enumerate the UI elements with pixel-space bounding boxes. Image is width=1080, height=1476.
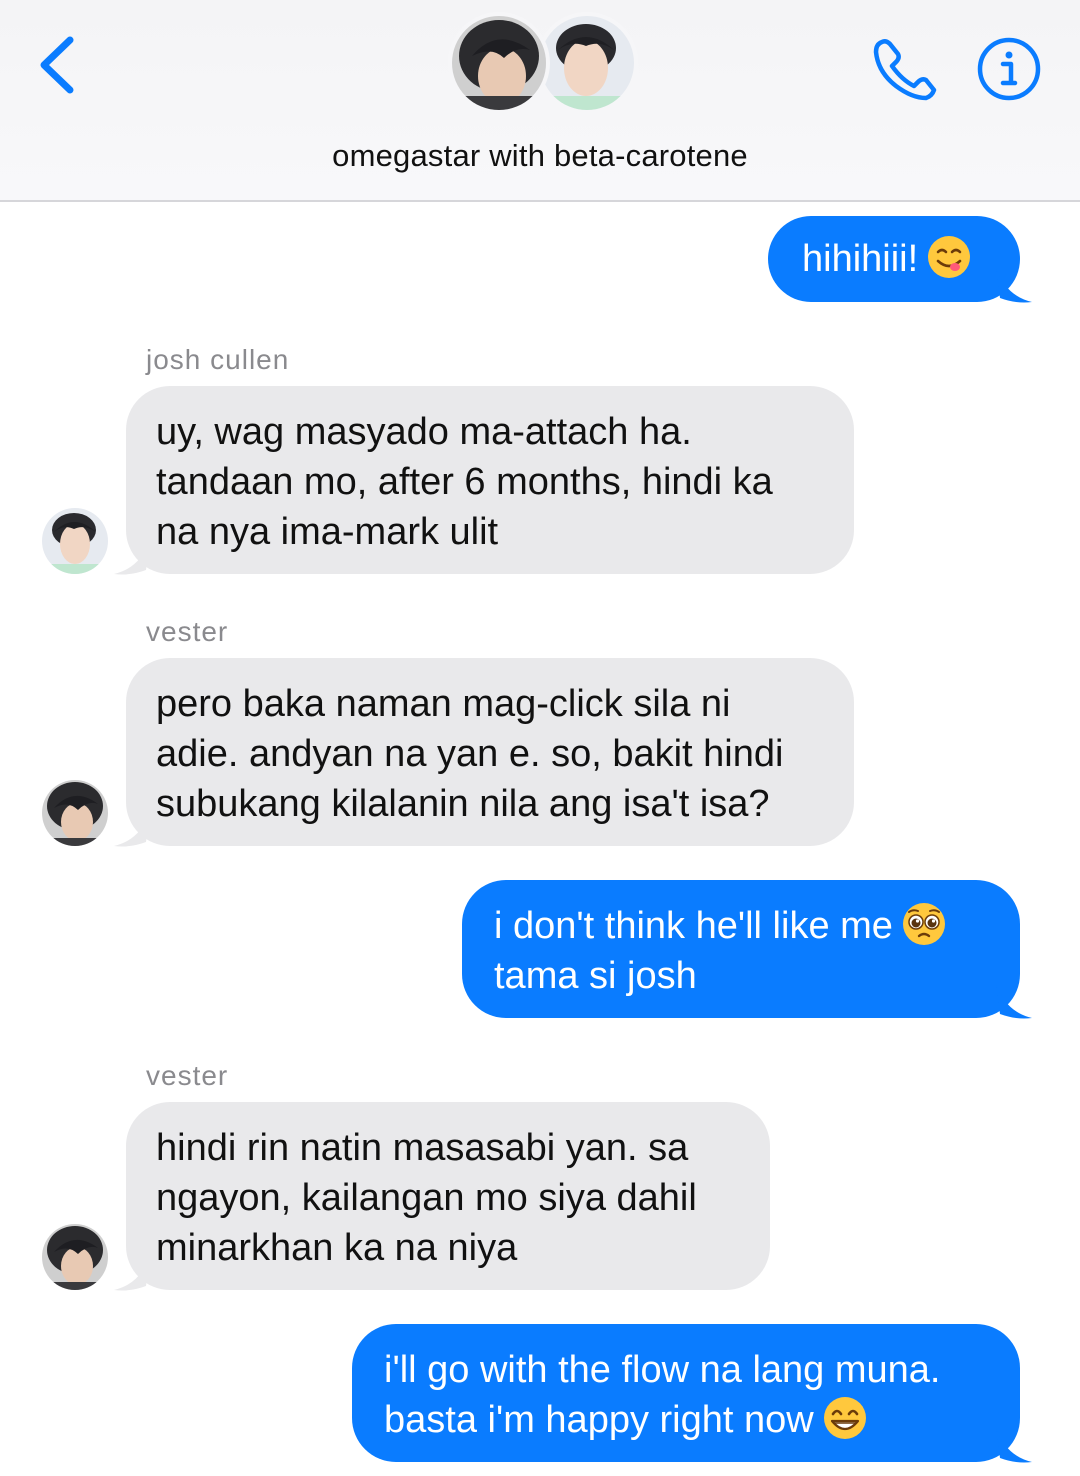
bubble-tail xyxy=(114,1256,150,1291)
message-line: na nya ima-mark ulit xyxy=(156,511,499,553)
message-line: hihihiii! xyxy=(802,234,1020,284)
bubble-tail xyxy=(996,1428,1032,1463)
message-line: uy, wag masyado ma-attach ha. xyxy=(156,411,692,453)
pleading-face-emoji-icon xyxy=(902,902,945,945)
message-line: adie. andyan na yan e. so, bakit hindi xyxy=(156,733,784,775)
face-savoring-food-emoji-icon xyxy=(928,235,971,278)
message-bubble-outgoing[interactable]: i don't think he'll like me tama si josh xyxy=(462,880,1020,1018)
message-bubble-incoming[interactable]: pero baka naman mag-click sila ni adie. … xyxy=(126,658,854,846)
sender-name: vester xyxy=(146,1060,229,1091)
conversation-title[interactable]: omegastar with beta-carotene xyxy=(0,138,1080,174)
message-line: ngayon, kailangan mo siya dahil xyxy=(156,1177,697,1219)
avatar[interactable] xyxy=(42,1224,108,1290)
bubble-tail xyxy=(996,268,1032,303)
group-avatars[interactable] xyxy=(444,6,638,116)
message-line: tandaan mo, after 6 months, hindi ka xyxy=(156,461,773,503)
avatar[interactable] xyxy=(42,508,108,574)
avatar xyxy=(448,12,550,114)
message-bubble-incoming[interactable]: uy, wag masyado ma-attach ha. tandaan mo… xyxy=(126,386,854,574)
message-line: minarkhan ka na niya xyxy=(156,1227,518,1269)
message-bubble-outgoing[interactable]: i'll go with the flow na lang muna. bast… xyxy=(352,1324,1020,1462)
message-line: tama si josh xyxy=(494,955,697,997)
message-bubble-incoming[interactable]: hindi rin natin masasabi yan. sa ngayon,… xyxy=(126,1102,770,1290)
conversation-header: omegastar with beta-carotene xyxy=(0,0,1080,202)
message-line: hindi rin natin masasabi yan. sa xyxy=(156,1127,689,1169)
message-line: basta i'm happy right now xyxy=(384,1395,1020,1445)
info-icon xyxy=(977,37,1041,101)
message-line: i'll go with the flow na lang muna. xyxy=(384,1349,941,1391)
message-line: pero baka naman mag-click sila ni xyxy=(156,683,731,725)
avatar[interactable] xyxy=(42,780,108,846)
phone-icon xyxy=(873,39,937,101)
chevron-left-icon xyxy=(40,36,74,94)
message-line: i don't think he'll like me xyxy=(494,901,1020,951)
grinning-face-emoji-icon xyxy=(823,1396,866,1439)
bubble-tail xyxy=(114,540,150,575)
message-bubble-outgoing[interactable]: hihihiii! xyxy=(768,216,1020,302)
call-button[interactable] xyxy=(868,34,940,106)
info-button[interactable] xyxy=(976,36,1042,102)
bubble-tail xyxy=(114,812,150,847)
message-line: subukang kilalanin nila ang isa't isa? xyxy=(156,783,770,825)
avatar xyxy=(536,12,638,114)
sender-name: josh cullen xyxy=(146,344,290,375)
bubble-tail xyxy=(996,984,1032,1019)
messenger-conversation: omegastar with beta-carotene hihihiii! j xyxy=(0,0,1080,1476)
back-button[interactable] xyxy=(30,30,90,100)
sender-name: vester xyxy=(146,616,229,647)
